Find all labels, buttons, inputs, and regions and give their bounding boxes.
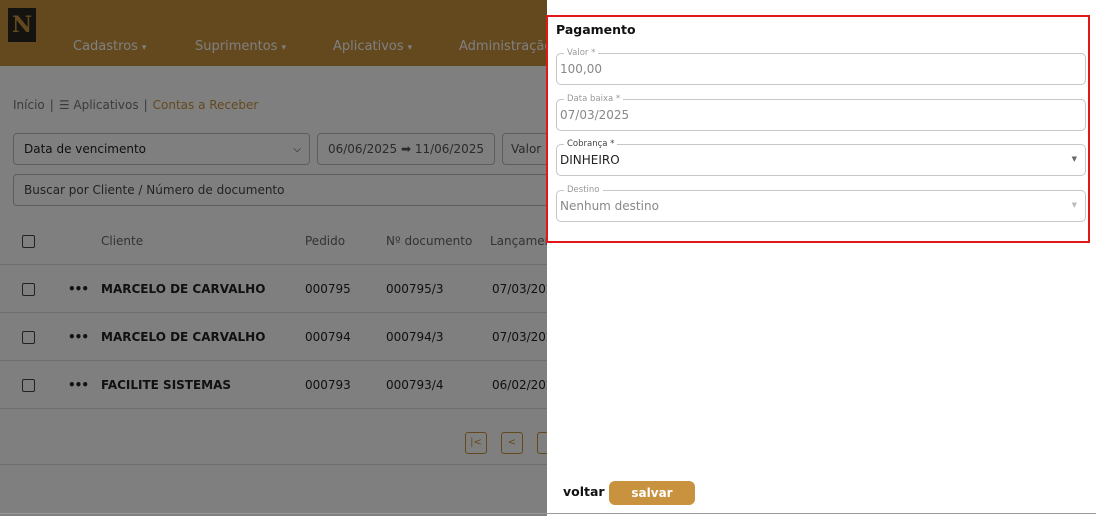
destino-value: Nenhum destino — [560, 199, 659, 213]
data-baixa-field[interactable]: Data baixa * 07/03/2025 — [556, 94, 1086, 131]
salvar-button[interactable]: salvar — [609, 481, 695, 505]
cobranca-select[interactable]: Cobrança * DINHEIRO ▼ — [556, 139, 1086, 176]
chevron-down-icon: ▼ — [1071, 155, 1077, 163]
valor-value: 100,00 — [560, 62, 602, 76]
destino-label: Destino — [564, 185, 603, 195]
modal-backdrop[interactable] — [0, 0, 547, 516]
destino-select[interactable]: Destino Nenhum destino ▼ — [556, 185, 1086, 222]
cobranca-value: DINHEIRO — [560, 153, 620, 167]
data-baixa-value: 07/03/2025 — [560, 108, 630, 122]
panel-title: Pagamento — [556, 22, 636, 37]
valor-label: Valor * — [564, 48, 599, 58]
data-baixa-label: Data baixa * — [564, 94, 624, 104]
cobranca-label: Cobrança * — [564, 139, 618, 149]
divider — [0, 513, 1096, 514]
voltar-button[interactable]: voltar — [563, 484, 605, 499]
valor-field[interactable]: Valor * 100,00 — [556, 48, 1086, 85]
chevron-down-icon: ▼ — [1071, 201, 1077, 209]
